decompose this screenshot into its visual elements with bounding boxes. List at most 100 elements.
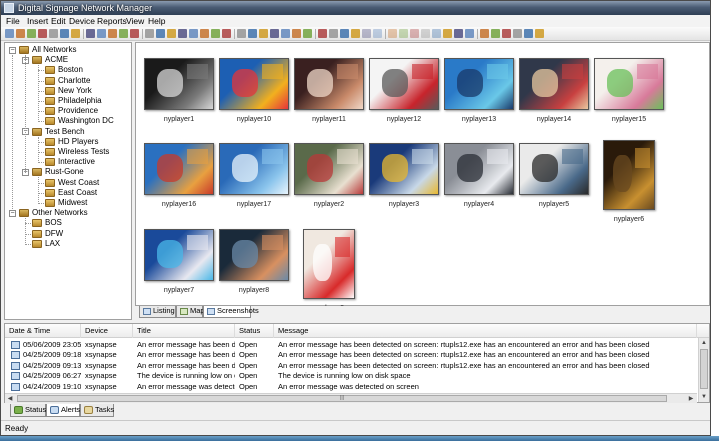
tree-item-wireless-tests[interactable]: Wireless Tests	[58, 147, 109, 157]
toolbar-button-icon[interactable]	[200, 29, 209, 38]
toolbar-button-icon[interactable]	[432, 29, 441, 38]
toolbar-button-icon[interactable]	[318, 29, 327, 38]
player-screenshot[interactable]	[294, 143, 364, 195]
toolbar-button-icon[interactable]	[399, 29, 408, 38]
toolbar-button-icon[interactable]	[362, 29, 371, 38]
tab-tasks[interactable]: Tasks	[80, 404, 114, 417]
player-screenshot[interactable]	[144, 229, 214, 281]
tab-status[interactable]: Status	[10, 404, 46, 417]
toolbar-button-icon[interactable]	[524, 29, 533, 38]
toolbar-button-icon[interactable]	[340, 29, 349, 38]
tree-expander-icon[interactable]: −	[9, 209, 16, 217]
tree-item-lax[interactable]: LAX	[45, 239, 60, 249]
player-screenshot[interactable]	[144, 143, 214, 195]
toolbar-button-icon[interactable]	[292, 29, 301, 38]
tree-item-midwest[interactable]: Midwest	[58, 198, 87, 208]
tree-expander-icon[interactable]: −	[9, 46, 16, 54]
toolbar-button-icon[interactable]	[443, 29, 452, 38]
player-screenshot[interactable]	[294, 58, 364, 110]
tree-item-bos[interactable]: BOS	[45, 218, 62, 228]
toolbar-button-icon[interactable]	[108, 29, 117, 38]
player-screenshot[interactable]	[519, 58, 589, 110]
player-screenshot[interactable]	[369, 58, 439, 110]
scroll-left-icon[interactable]: ◀	[5, 394, 15, 404]
menu-help[interactable]: Help	[146, 15, 167, 27]
menu-view[interactable]: View	[124, 15, 146, 27]
scroll-down-icon[interactable]: ▼	[699, 392, 709, 402]
toolbar-button-icon[interactable]	[480, 29, 489, 38]
tree-item-east-coast[interactable]: East Coast	[58, 188, 97, 198]
toolbar-button-icon[interactable]	[513, 29, 522, 38]
scroll-up-icon[interactable]: ▲	[699, 338, 709, 348]
tree-item-interactive[interactable]: Interactive	[58, 157, 95, 167]
log-row[interactable]: 04/25/2009 06:27:03 xsynapse The device is…	[5, 371, 697, 381]
player-screenshot[interactable]	[219, 143, 289, 195]
tree-item-boston[interactable]: Boston	[58, 65, 83, 75]
scroll-thumb[interactable]	[700, 349, 708, 389]
toolbar-button-icon[interactable]	[119, 29, 128, 38]
menu-file[interactable]: File	[4, 15, 22, 27]
player-screenshot[interactable]	[303, 229, 355, 299]
toolbar-button-icon[interactable]	[270, 29, 279, 38]
toolbar-button-icon[interactable]	[5, 29, 14, 38]
toolbar-button-icon[interactable]	[303, 29, 312, 38]
log-row[interactable]: 04/25/2009 09:18:43 xsynapse An error mess…	[5, 350, 697, 360]
toolbar-button-icon[interactable]	[535, 29, 544, 38]
toolbar-button-icon[interactable]	[145, 29, 154, 38]
toolbar-button-icon[interactable]	[237, 29, 246, 38]
player-screenshot[interactable]	[144, 58, 214, 110]
toolbar-button-icon[interactable]	[130, 29, 139, 38]
tree-item-other-networks[interactable]: Other Networks	[32, 208, 88, 218]
tree-item-acme[interactable]: ACME	[45, 55, 68, 65]
player-screenshot[interactable]	[219, 229, 289, 281]
tree-item-washington-dc[interactable]: Washington DC	[58, 116, 114, 126]
toolbar-button-icon[interactable]	[259, 29, 268, 38]
menu-edit[interactable]: Edit	[49, 15, 68, 27]
menu-insert[interactable]: Insert	[25, 15, 50, 27]
player-screenshot[interactable]	[444, 58, 514, 110]
network-tree[interactable]: − All Networks − ACME Boston Charlotte New Yor…	[4, 42, 132, 320]
toolbar-button-icon[interactable]	[248, 29, 257, 38]
toolbar-button-icon[interactable]	[502, 29, 511, 38]
tree-item-philadelphia[interactable]: Philadelphia	[58, 96, 102, 106]
log-horizontal-scrollbar[interactable]: ◀ ||| ▶	[5, 393, 697, 403]
col-message[interactable]: Message	[274, 324, 697, 338]
hscroll-thumb[interactable]: |||	[17, 395, 667, 402]
log-row[interactable]: 04/24/2009 19:10:01 xsynapse An error mess…	[5, 382, 697, 392]
scroll-right-icon[interactable]: ▶	[686, 394, 696, 404]
player-screenshot[interactable]	[594, 58, 664, 110]
player-screenshot[interactable]	[444, 143, 514, 195]
col-status[interactable]: Status	[235, 324, 274, 338]
toolbar-button-icon[interactable]	[178, 29, 187, 38]
toolbar-button-icon[interactable]	[97, 29, 106, 38]
menu-device[interactable]: Device	[67, 15, 97, 27]
toolbar-button-icon[interactable]	[329, 29, 338, 38]
toolbar-button-icon[interactable]	[27, 29, 36, 38]
col-title[interactable]: Title	[133, 324, 235, 338]
toolbar-button-icon[interactable]	[421, 29, 430, 38]
tab-map[interactable]: Map	[176, 306, 205, 318]
toolbar-button-icon[interactable]	[454, 29, 463, 38]
toolbar-button-icon[interactable]	[491, 29, 500, 38]
toolbar-button-icon[interactable]	[388, 29, 397, 38]
log-vertical-scrollbar[interactable]: ▲ ▼	[698, 338, 709, 402]
tree-item-test-bench[interactable]: Test Bench	[45, 127, 85, 137]
log-row[interactable]: 05/06/2009 23:05:23 xsynapse An error mess…	[5, 340, 697, 350]
toolbar-button-icon[interactable]	[465, 29, 474, 38]
toolbar-button-icon[interactable]	[167, 29, 176, 38]
toolbar-button-icon[interactable]	[60, 29, 69, 38]
toolbar-button-icon[interactable]	[86, 29, 95, 38]
player-screenshot[interactable]	[369, 143, 439, 195]
player-screenshot[interactable]	[603, 140, 655, 210]
toolbar-button-icon[interactable]	[156, 29, 165, 38]
toolbar-button-icon[interactable]	[222, 29, 231, 38]
tree-item-dfw[interactable]: DFW	[45, 229, 63, 239]
tree-item-charlotte[interactable]: Charlotte	[58, 76, 90, 86]
col-datetime[interactable]: Date & Time	[5, 324, 81, 338]
tab-listing[interactable]: Listing	[139, 306, 176, 318]
toolbar-button-icon[interactable]	[373, 29, 382, 38]
tree-item-all-networks[interactable]: All Networks	[32, 45, 76, 55]
screenshot-gallery[interactable]: nyplayer1 nyplayer10 nyplayer11 nyplayer12 n…	[135, 42, 710, 312]
log-row[interactable]: 04/25/2009 09:13:43 xsynapse An error mess…	[5, 361, 697, 371]
toolbar-button-icon[interactable]	[281, 29, 290, 38]
